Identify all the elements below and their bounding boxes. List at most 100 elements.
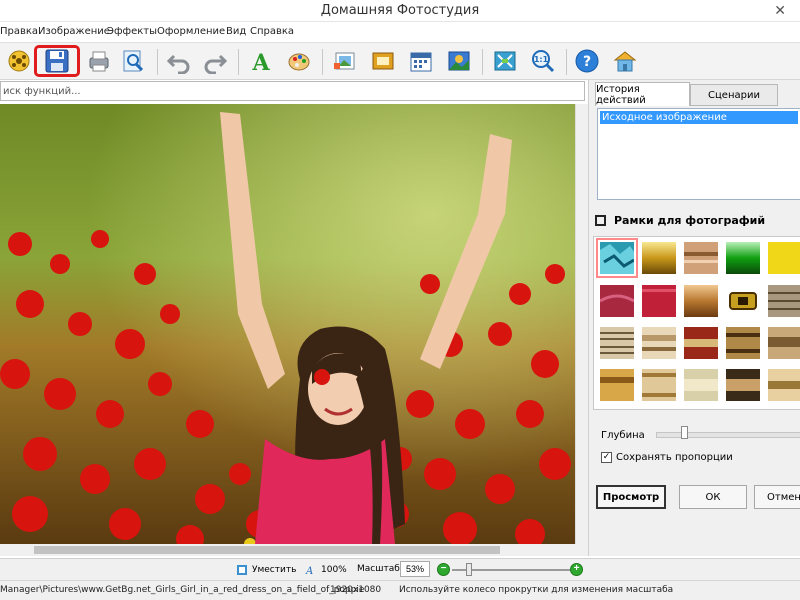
frames-gallery — [593, 236, 800, 410]
toolbar: A 1:1 ? — [0, 42, 800, 80]
menu-image[interactable]: Изображение — [38, 26, 110, 37]
history-list: Исходное изображение — [597, 108, 800, 200]
image-canvas[interactable] — [0, 104, 575, 544]
keep-proportions[interactable]: ✓ Сохранять пропорции — [601, 452, 733, 463]
toolbar-separator — [566, 49, 567, 75]
scale-value-field[interactable]: 53% — [400, 561, 430, 577]
image-insert-button[interactable] — [330, 46, 360, 76]
status-bar: Manager\Pictures\www.GetBg.net_Girls_Gir… — [0, 580, 800, 600]
history-item[interactable]: Исходное изображение — [600, 111, 798, 124]
toolbar-separator — [482, 49, 483, 75]
frame-thumbnail[interactable] — [684, 242, 718, 274]
status-hint: Используйте колесо прокрутки для изменен… — [399, 585, 674, 595]
function-search — [0, 81, 585, 101]
keep-proportions-checkbox[interactable]: ✓ — [601, 452, 612, 463]
zoom-1-1-icon: 1:1 — [532, 50, 555, 73]
frame-thumbnail[interactable] — [596, 238, 638, 278]
image-dimensions: 1920x1080 — [330, 585, 382, 595]
frame-thumbnail[interactable] — [642, 369, 676, 401]
zoom-preview-button[interactable] — [118, 46, 148, 76]
depth-slider[interactable] — [656, 432, 800, 438]
save-icon — [45, 49, 69, 73]
window-title: Домашняя Фотостудия — [320, 3, 480, 18]
menu-design[interactable]: Оформление — [157, 26, 225, 37]
frames-title: Рамки для фотографий — [614, 214, 766, 227]
zoom-out-button[interactable]: − — [437, 563, 450, 576]
redo-icon — [204, 54, 228, 74]
window-controls[interactable]: ✕ — [774, 2, 786, 19]
calendar-button[interactable] — [406, 46, 436, 76]
frames-header: Рамки для фотографий — [595, 214, 765, 227]
frame-thumbnail[interactable] — [684, 327, 718, 359]
frame-thumbnail[interactable] — [726, 242, 760, 274]
canvas-vertical-scrollbar[interactable] — [575, 104, 588, 544]
frame-thumbnail[interactable] — [600, 327, 634, 359]
cancel-button[interactable]: Отмена — [754, 485, 800, 509]
menu-help[interactable]: Справка — [250, 26, 294, 37]
frame-thumbnail[interactable] — [726, 327, 760, 359]
menu-effects[interactable]: Эффекты — [107, 26, 157, 37]
frame-button[interactable] — [368, 46, 398, 76]
zoom-100-button[interactable]: A 100% — [305, 564, 347, 576]
frame-thumbnail[interactable] — [726, 369, 760, 401]
collapse-icon[interactable] — [595, 215, 606, 226]
fit-label: Уместить — [252, 565, 297, 575]
fit-icon — [237, 565, 247, 575]
zoom-100-label: 100% — [321, 565, 347, 575]
frame-thumbnail[interactable] — [642, 242, 676, 274]
search-input[interactable] — [1, 82, 584, 100]
calendar-icon — [410, 52, 432, 72]
menu-bar: Правка Изображение Эффекты Оформление Ви… — [0, 22, 800, 42]
text-button[interactable]: A — [246, 46, 276, 76]
undo-button[interactable] — [164, 46, 194, 76]
canvas-horizontal-scrollbar[interactable] — [0, 544, 588, 556]
text-icon: A — [251, 50, 270, 74]
toolbar-separator — [322, 49, 323, 75]
open-button[interactable] — [4, 46, 34, 76]
frame-thumbnail[interactable] — [600, 285, 634, 317]
frame-thumbnail[interactable] — [642, 285, 676, 317]
frame-thumbnail[interactable] — [768, 285, 800, 317]
zoom-preview-icon — [123, 50, 144, 72]
frame-thumbnail[interactable] — [642, 327, 676, 359]
palette-button[interactable] — [284, 46, 314, 76]
scrollbar-thumb[interactable] — [34, 546, 500, 554]
toolbar-separator — [238, 49, 239, 75]
fit-to-window-button[interactable]: Уместить — [236, 564, 296, 576]
redo-button[interactable] — [200, 46, 230, 76]
keep-proportions-label: Сохранять пропорции — [616, 452, 733, 463]
title-bar: Домашняя Фотостудия ✕ — [0, 0, 800, 22]
toolbar-separator — [157, 49, 158, 75]
help-button[interactable]: ? — [572, 46, 602, 76]
photo — [0, 104, 575, 544]
print-icon — [89, 51, 109, 72]
zoom-slider-thumb[interactable] — [466, 563, 472, 576]
save-button[interactable] — [34, 45, 80, 77]
home-icon — [613, 51, 637, 72]
frame-thumbnail[interactable] — [684, 285, 718, 317]
frame-thumbnail[interactable] — [768, 242, 800, 274]
print-button[interactable] — [84, 46, 114, 76]
fit-button[interactable] — [490, 46, 520, 76]
image-insert-icon — [334, 52, 355, 70]
frame-thumbnail[interactable] — [726, 285, 760, 317]
frame-thumbnail[interactable] — [768, 327, 800, 359]
file-path: Manager\Pictures\www.GetBg.net_Girls_Gir… — [0, 585, 365, 595]
collage-icon — [448, 51, 470, 71]
ok-button[interactable]: ОК — [679, 485, 747, 509]
zoom-in-button[interactable]: + — [570, 563, 583, 576]
frame-icon — [372, 52, 394, 70]
zoom-1-1-button[interactable]: 1:1 — [528, 46, 558, 76]
home-button[interactable] — [610, 46, 640, 76]
depth-slider-thumb[interactable] — [681, 426, 688, 439]
svg-text:A: A — [251, 50, 270, 74]
preview-button[interactable]: Просмотр — [596, 485, 666, 509]
tab-history[interactable]: История действий — [595, 82, 690, 106]
menu-view[interactable]: Вид — [226, 26, 246, 37]
frame-thumbnail[interactable] — [768, 369, 800, 401]
frame-thumbnail[interactable] — [600, 369, 634, 401]
frame-thumbnail[interactable] — [684, 369, 718, 401]
tab-scenarios[interactable]: Сценарии — [690, 84, 778, 106]
collage-button[interactable] — [444, 46, 474, 76]
menu-edit[interactable]: Правка — [0, 26, 38, 37]
